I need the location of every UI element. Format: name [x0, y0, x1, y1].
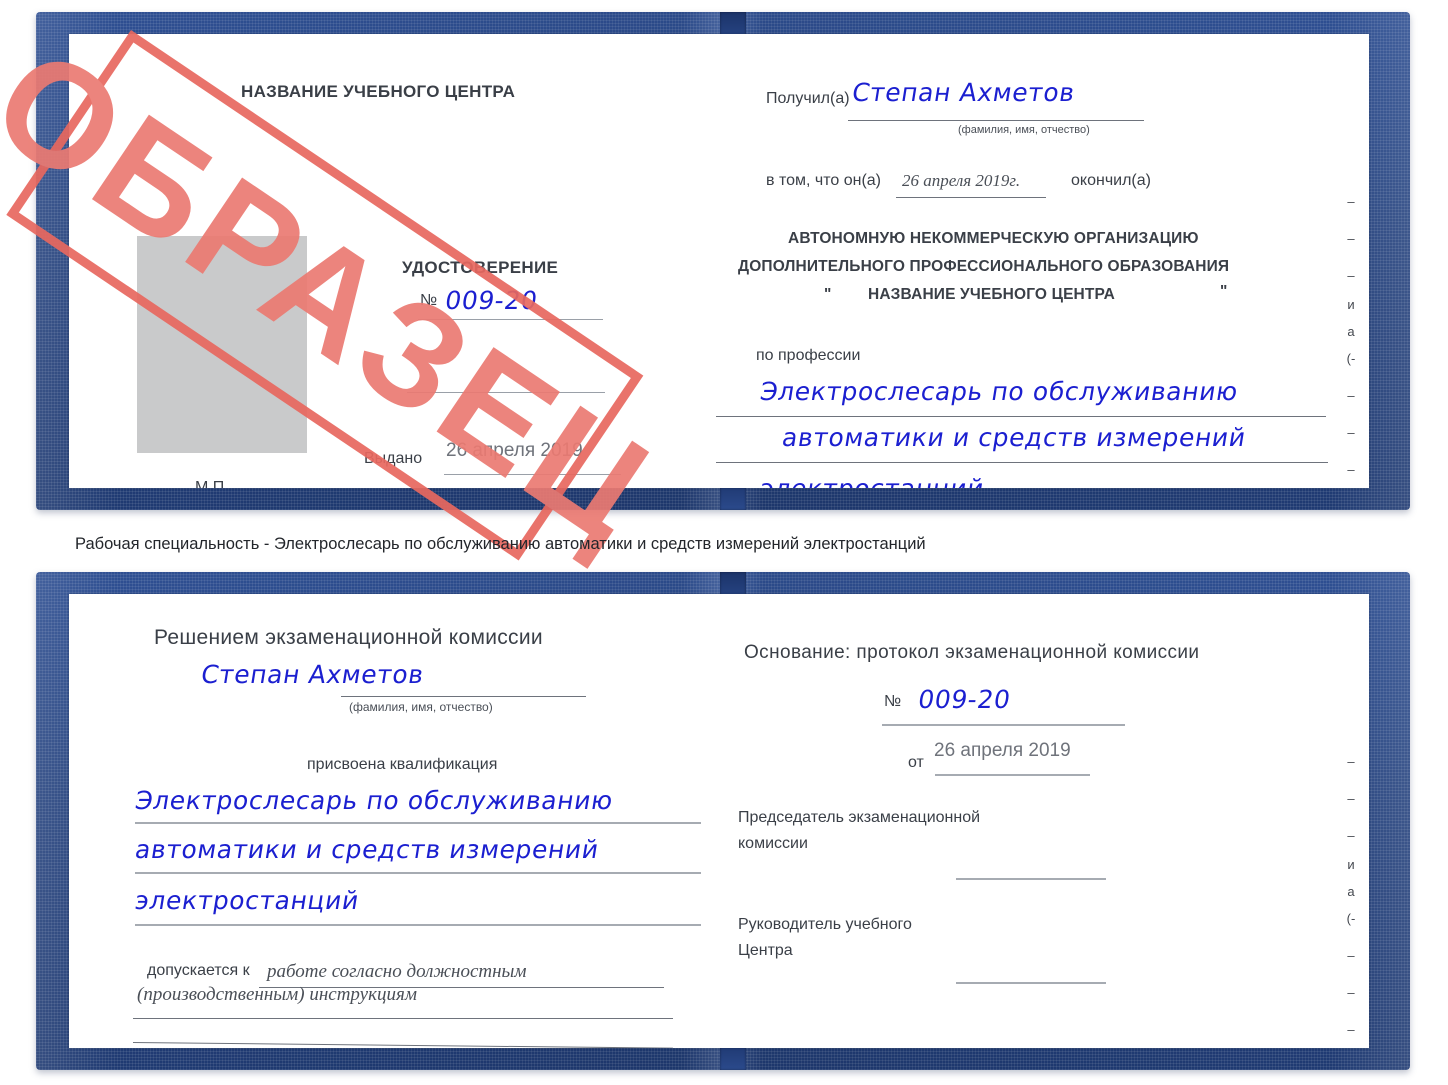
edge-mark: –	[1347, 985, 1355, 1000]
edge-mark: –	[1347, 425, 1355, 440]
head-line1-bottom-right: Руководитель учебного	[738, 916, 912, 933]
certificate-bottom: Решением экзаменационной комиссии Степан…	[36, 572, 1410, 1070]
profession-line3-top-right: электростанций	[758, 474, 986, 488]
issued-label-top-left: Выдано	[364, 450, 423, 467]
number-value-bottom-right: 009-20	[916, 685, 1013, 714]
edge-mark: и	[1347, 297, 1355, 312]
received-label-top-right: Получил(а)	[766, 90, 850, 107]
org-line3-top-right: НАЗВАНИЕ УЧЕБНОГО ЦЕНТРА	[868, 286, 1115, 303]
number-label-bottom-right: №	[884, 693, 902, 710]
name-hint-top-right: (фамилия, имя, отчество)	[958, 124, 1090, 136]
profession-label-top-right: по профессии	[756, 347, 861, 364]
admitted-rule3-bottom-left	[132, 1042, 673, 1048]
decision-title-bottom-left: Решением экзаменационной комиссии	[154, 626, 543, 649]
number-rule-bottom-right	[882, 724, 1125, 726]
name-value-bottom-left: Степан Ахметов	[199, 660, 427, 689]
edge-mark: –	[1347, 462, 1355, 477]
basis-label-bottom-right: Основание: протокол экзаменационной коми…	[744, 642, 1200, 663]
certificate-pages-top: НАЗВАНИЕ УЧЕБНОГО ЦЕНТРА УДОСТОВЕРЕНИЕ №…	[69, 34, 1369, 488]
edge-mark: –	[1347, 791, 1355, 806]
qualification-rule2-bottom-left	[135, 872, 701, 874]
page-top-right: Получил(а) Степан Ахметов (фамилия, имя,…	[716, 34, 1369, 488]
admitted-label-bottom-left: допускается к	[147, 962, 250, 979]
qualification-label-bottom-left: присвоена квалификация	[307, 756, 498, 773]
admitted-line2-bottom-left: (производственным) инструкциям	[137, 984, 417, 1005]
page-caption: Рабочая специальность - Электрослесарь п…	[75, 535, 926, 553]
completion-date-top-right: 26 апреля 2019г.	[902, 171, 1021, 190]
admitted-line1-bottom-left: работе согласно должностным	[267, 961, 527, 982]
qualification-rule1-bottom-left	[135, 822, 701, 824]
edge-mark: –	[1347, 1022, 1355, 1037]
in-that-label-top-right: в том, что он(а)	[766, 172, 881, 189]
page-bottom-left: Решением экзаменационной комиссии Степан…	[69, 594, 716, 1048]
finished-label-top-right: окончил(а)	[1071, 172, 1151, 189]
number-rule-top-left	[418, 319, 603, 320]
qualification-rule3-bottom-left	[135, 924, 701, 926]
seal-label-top-left: М.П.	[195, 479, 229, 488]
doc-title-top-left: УДОСТОВЕРЕНИЕ	[402, 258, 559, 277]
edge-mark: –	[1347, 194, 1355, 209]
org-quote-open-top-right: "	[824, 286, 832, 303]
blank-rule-top-left	[407, 392, 605, 393]
issued-rule-top-left	[444, 474, 621, 475]
date-value-bottom-right: 26 апреля 2019	[934, 740, 1071, 761]
edge-mark: и	[1347, 857, 1355, 872]
date-rule-bottom-right	[935, 774, 1090, 776]
photo-placeholder	[137, 236, 307, 453]
number-value-top-left: 009-20	[443, 286, 540, 315]
page-top-left: НАЗВАНИЕ УЧЕБНОГО ЦЕНТРА УДОСТОВЕРЕНИЕ №…	[69, 34, 716, 488]
page-bottom-right: Основание: протокол экзаменационной коми…	[716, 594, 1369, 1048]
org-line1-top-right: АВТОНОМНУЮ НЕКОММЕРЧЕСКУЮ ОРГАНИЗАЦИЮ	[788, 230, 1199, 247]
edge-mark: а	[1347, 884, 1355, 899]
certificate-top: НАЗВАНИЕ УЧЕБНОГО ЦЕНТРА УДОСТОВЕРЕНИЕ №…	[0, 12, 1410, 574]
edge-marks-bottom: – – – и а (- – – – –	[1339, 754, 1363, 1037]
head-signature-rule	[956, 982, 1106, 984]
number-label-top-left: №	[420, 292, 438, 309]
profession-line1-top-right: Электрослесарь по обслуживанию	[758, 377, 1241, 406]
edge-mark: –	[1347, 754, 1355, 769]
org-quote-close-top-right: "	[1220, 283, 1228, 300]
edge-mark: –	[1347, 231, 1355, 246]
name-hint-bottom-left: (фамилия, имя, отчество)	[349, 700, 493, 714]
edge-mark: а	[1347, 324, 1355, 339]
admitted-rule2-bottom-left	[133, 1018, 673, 1019]
received-rule-top-right	[848, 120, 1144, 121]
edge-marks-top: – – – и а (- – – – –	[1339, 194, 1363, 477]
chairman-signature-rule	[956, 878, 1106, 880]
edge-mark: (-	[1346, 351, 1356, 366]
profession-rule1-top-right	[716, 416, 1326, 417]
edge-mark: (-	[1346, 911, 1356, 926]
chairman-line2-bottom-right: комиссии	[738, 835, 808, 852]
qualification-line1-bottom-left: Электрослесарь по обслуживанию	[133, 786, 616, 815]
received-value-top-right: Степан Ахметов	[850, 78, 1078, 107]
head-line2-bottom-right: Центра	[738, 942, 793, 959]
edge-mark: –	[1347, 828, 1355, 843]
profession-line2-top-right: автоматики и средств измерений	[780, 423, 1249, 452]
qualification-line2-bottom-left: автоматики и средств измерений	[133, 835, 602, 864]
edge-mark: –	[1347, 388, 1355, 403]
chairman-line1-bottom-right: Председатель экзаменационной	[738, 809, 981, 826]
profession-rule2-top-right	[716, 462, 1328, 463]
edge-mark: –	[1347, 948, 1355, 963]
edge-mark: –	[1347, 268, 1355, 283]
issued-value-top-left: 26 апреля 2019	[446, 440, 583, 461]
org-title-top-left: НАЗВАНИЕ УЧЕБНОГО ЦЕНТРА	[241, 82, 516, 101]
completion-date-rule-top-right	[896, 197, 1046, 198]
qualification-line3-bottom-left: электростанций	[133, 886, 362, 915]
name-rule-bottom-left	[341, 696, 586, 697]
org-line2-top-right: ДОПОЛНИТЕЛЬНОГО ПРОФЕССИОНАЛЬНОГО ОБРАЗО…	[738, 258, 1230, 275]
certificate-pages-bottom: Решением экзаменационной комиссии Степан…	[69, 594, 1369, 1048]
date-label-bottom-right: от	[908, 754, 924, 771]
